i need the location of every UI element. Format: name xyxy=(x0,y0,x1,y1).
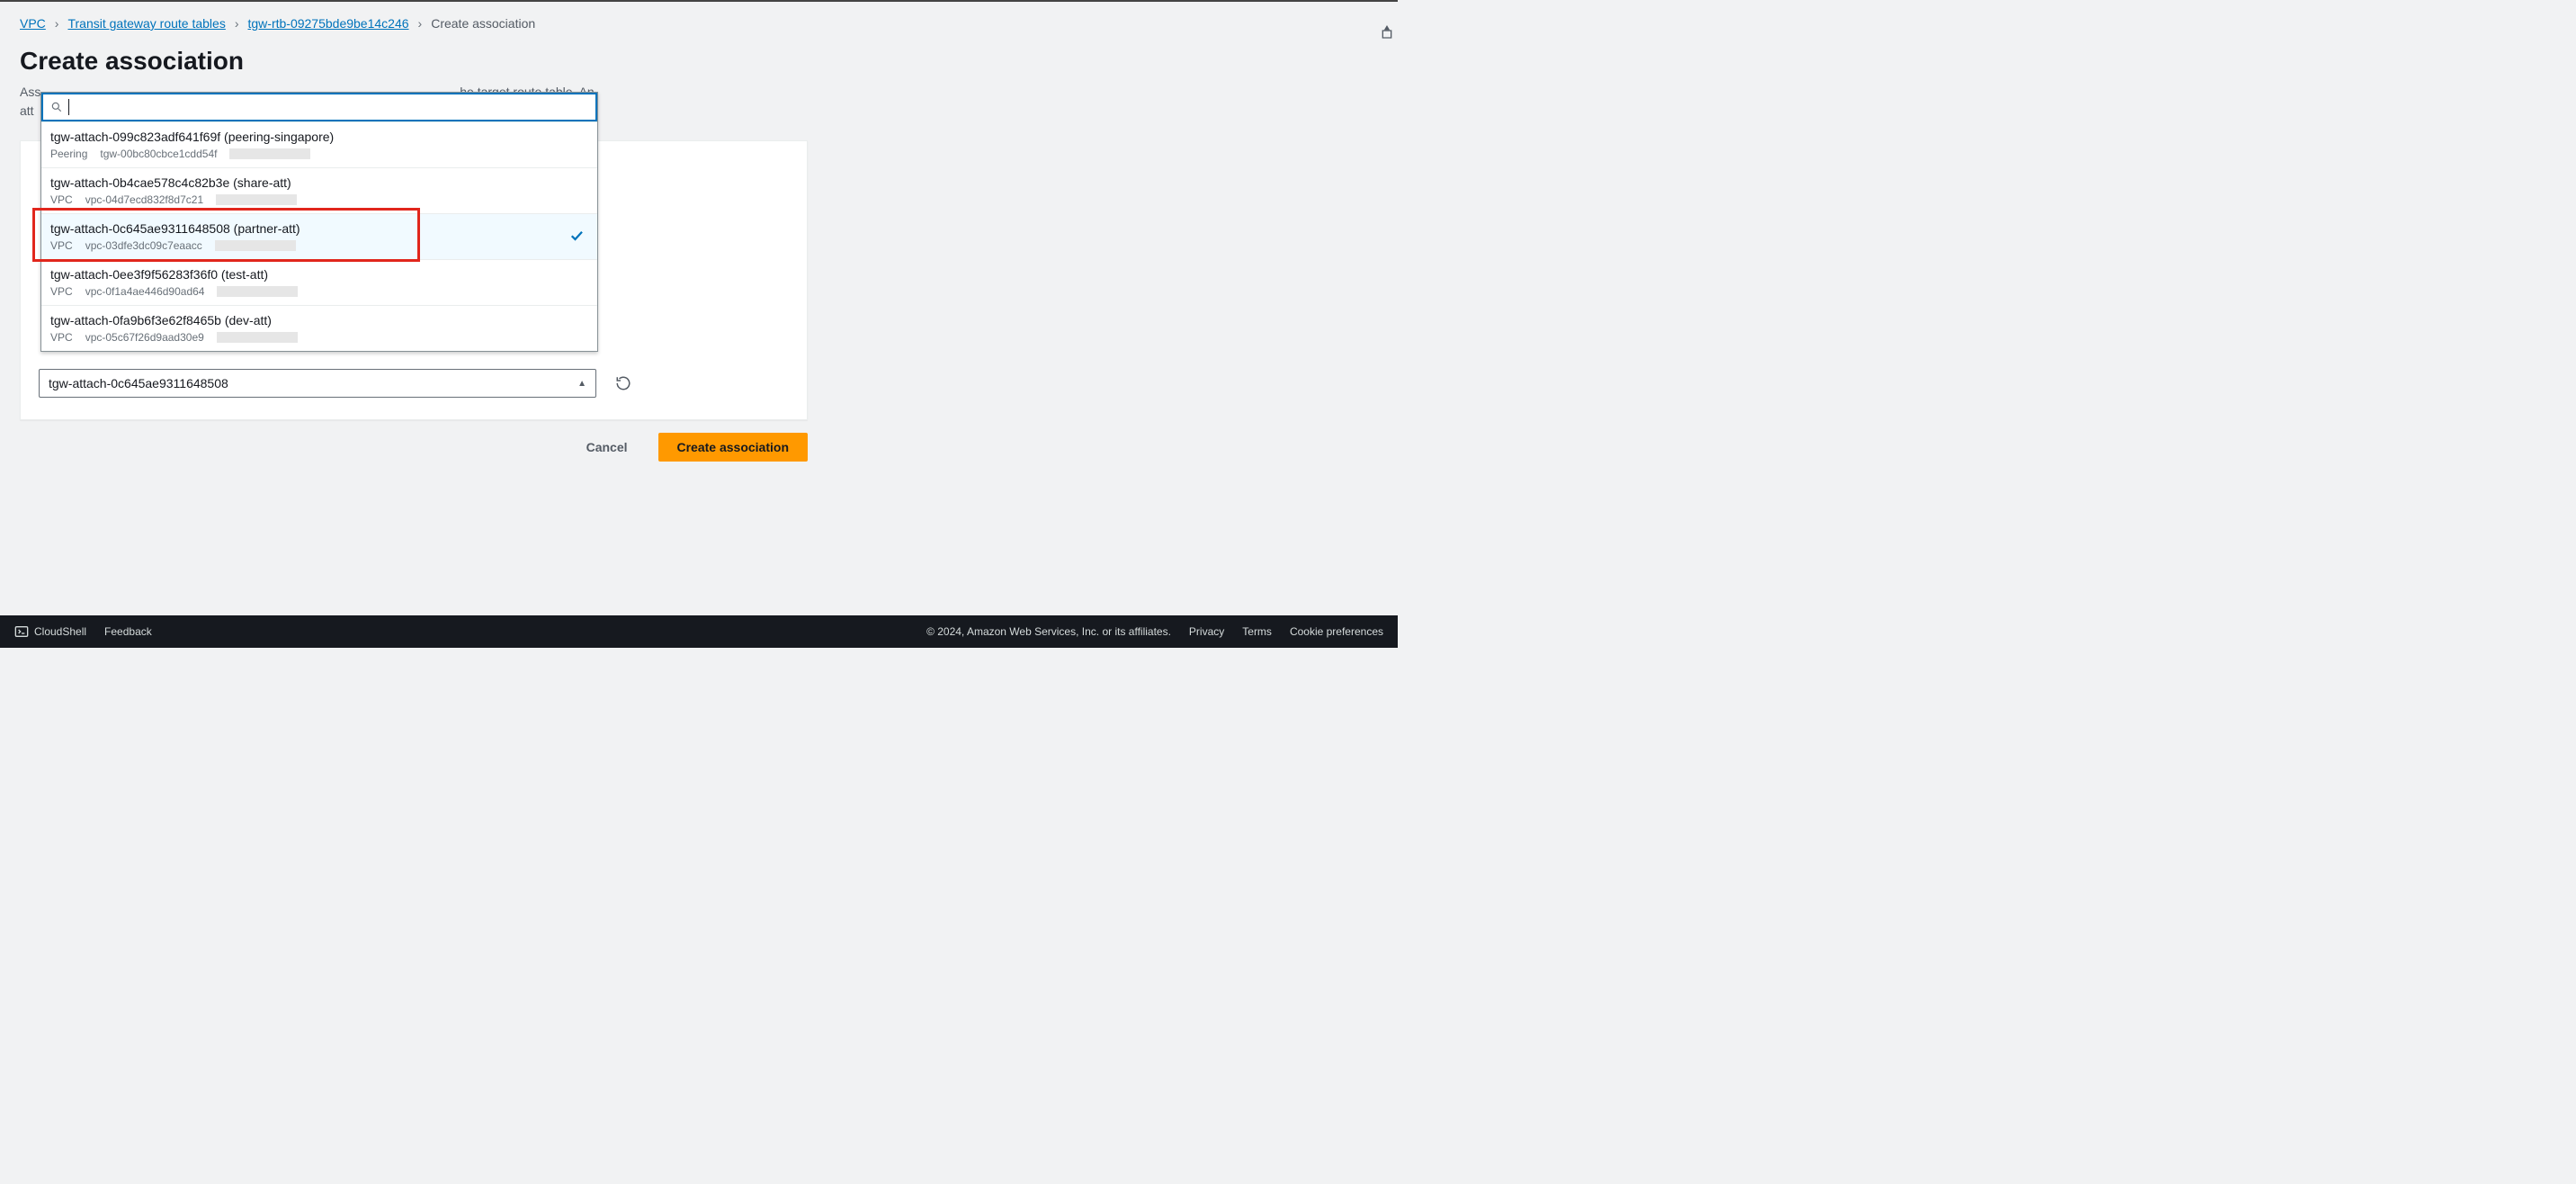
option-subtitle: VPCvpc-0f1a4ae446d90ad64 xyxy=(50,285,588,298)
footer: CloudShell Feedback © 2024, Amazon Web S… xyxy=(0,615,1398,648)
terminal-icon xyxy=(14,624,29,639)
triangle-up-icon: ▲ xyxy=(577,379,586,389)
dropdown-option[interactable]: tgw-attach-0b4cae578c4c82b3e (share-att)… xyxy=(41,167,597,213)
dropdown-option[interactable]: tgw-attach-099c823adf641f69f (peering-si… xyxy=(41,121,597,167)
option-title: tgw-attach-0fa9b6f3e62f8465b (dev-att) xyxy=(50,313,588,327)
chevron-right-icon: › xyxy=(418,16,423,31)
breadcrumb-vpc[interactable]: VPC xyxy=(20,16,46,31)
cancel-button[interactable]: Cancel xyxy=(572,433,642,462)
redacted-text xyxy=(215,240,296,251)
option-subtitle: VPCvpc-04d7ecd832f8d7c21 xyxy=(50,193,588,206)
option-subtitle: VPCvpc-05c67f26d9aad30e9 xyxy=(50,331,588,344)
form-actions: Cancel Create association xyxy=(20,433,808,462)
panel-collapse-handle[interactable] xyxy=(1378,23,1396,41)
copyright-text: © 2024, Amazon Web Services, Inc. or its… xyxy=(926,625,1171,638)
option-title: tgw-attach-0ee3f9f56283f36f0 (test-att) xyxy=(50,267,588,282)
dropdown-option[interactable]: tgw-attach-0fa9b6f3e62f8465b (dev-att) VP… xyxy=(41,305,597,351)
cloudshell-button[interactable]: CloudShell xyxy=(14,624,86,639)
redacted-text xyxy=(229,148,310,159)
check-icon xyxy=(568,228,585,247)
option-title: tgw-attach-0b4cae578c4c82b3e (share-att) xyxy=(50,175,588,190)
search-icon xyxy=(50,101,63,113)
privacy-link[interactable]: Privacy xyxy=(1189,625,1224,638)
create-association-button[interactable]: Create association xyxy=(658,433,809,462)
breadcrumb-current: Create association xyxy=(431,16,535,31)
dropdown-option[interactable]: tgw-attach-0ee3f9f56283f36f0 (test-att) V… xyxy=(41,259,597,305)
dropdown-search[interactable] xyxy=(41,93,597,121)
option-title: tgw-attach-099c823adf641f69f (peering-si… xyxy=(50,130,588,144)
feedback-link[interactable]: Feedback xyxy=(104,625,152,638)
refresh-button[interactable] xyxy=(614,374,632,392)
chevron-right-icon: › xyxy=(235,16,239,31)
cookie-prefs-link[interactable]: Cookie preferences xyxy=(1290,625,1383,638)
option-subtitle: Peeringtgw-00bc80cbce1cdd54f xyxy=(50,148,588,160)
redacted-text xyxy=(217,332,298,343)
attachment-select[interactable]: tgw-attach-0c645ae9311648508 ▲ xyxy=(39,369,596,398)
chevron-right-icon: › xyxy=(55,16,59,31)
breadcrumb: VPC › Transit gateway route tables › tgw… xyxy=(20,16,1378,31)
select-value: tgw-attach-0c645ae9311648508 xyxy=(49,376,228,390)
terms-link[interactable]: Terms xyxy=(1242,625,1272,638)
breadcrumb-rtb-id[interactable]: tgw-rtb-09275bde9be14c246 xyxy=(248,16,409,31)
dropdown-option[interactable]: tgw-attach-0c645ae9311648508 (partner-at… xyxy=(41,213,597,259)
breadcrumb-tgw-tables[interactable]: Transit gateway route tables xyxy=(67,16,225,31)
option-title: tgw-attach-0c645ae9311648508 (partner-at… xyxy=(50,221,588,236)
redacted-text xyxy=(216,194,297,205)
redacted-text xyxy=(217,286,298,297)
page-title: Create association xyxy=(20,47,1378,76)
option-subtitle: VPCvpc-03dfe3dc09c7eaacc xyxy=(50,239,588,252)
attachment-dropdown: tgw-attach-099c823adf641f69f (peering-si… xyxy=(40,92,598,352)
dropdown-search-input[interactable] xyxy=(69,100,588,114)
